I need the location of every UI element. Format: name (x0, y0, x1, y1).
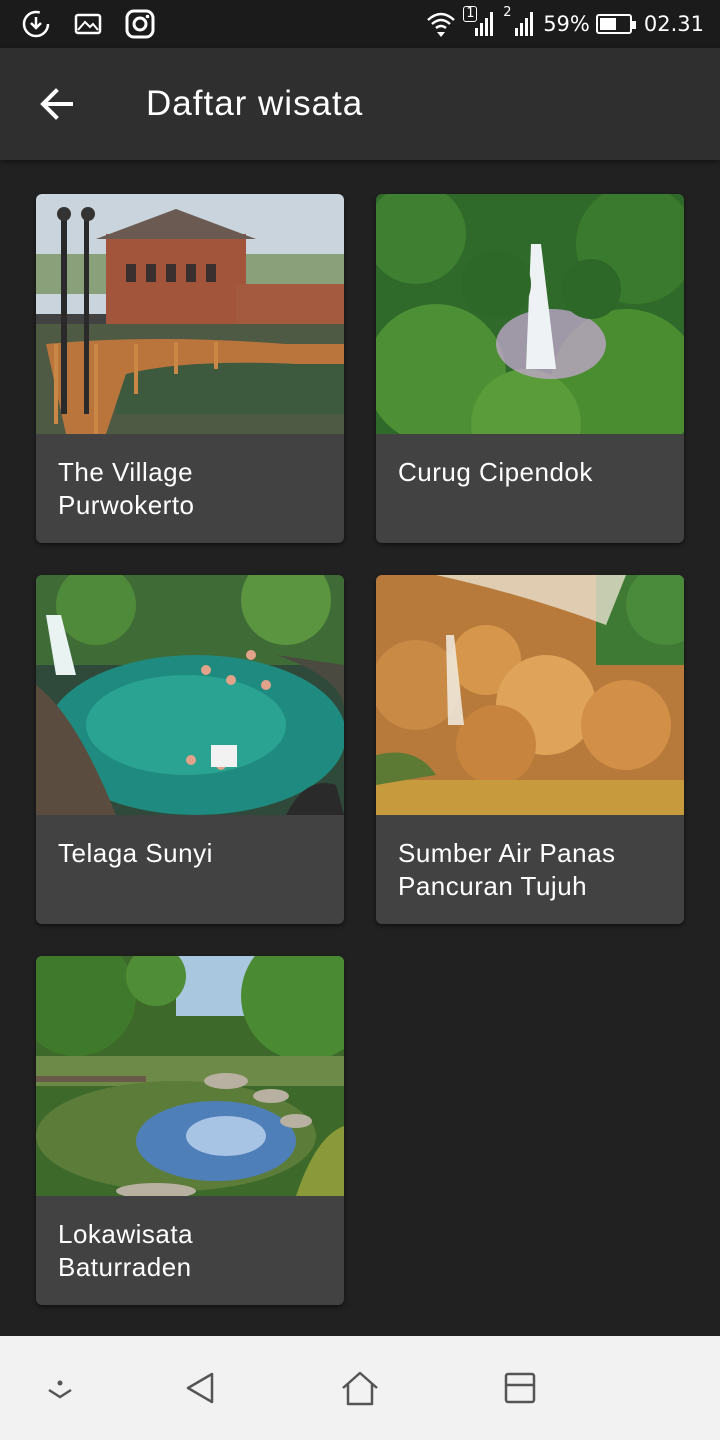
place-card[interactable]: Lokawisata Baturraden (36, 956, 344, 1305)
place-card[interactable]: Curug Cipendok (376, 194, 684, 543)
place-card[interactable]: Telaga Sunyi (36, 575, 344, 924)
signal-sim2-icon: 2 (503, 5, 537, 40)
clock: 02.31 (643, 12, 704, 36)
lake-swimmers-photo (36, 575, 344, 815)
navigation-bar (0, 1336, 720, 1440)
place-card[interactable]: The Village Purwokerto (36, 194, 344, 543)
places-grid: The Village Purwokerto Curug Cipendok Te… (36, 194, 684, 1305)
village-photo (36, 194, 344, 434)
signal-sim1-icon: 1 (463, 6, 497, 40)
nav-recents-button[interactable] (498, 1366, 542, 1410)
battery-percent: 59% (543, 12, 590, 36)
expand-down-icon (48, 1380, 72, 1399)
battery-fill (599, 18, 617, 30)
wifi-icon (425, 8, 457, 40)
expand-down-button[interactable] (38, 1366, 82, 1410)
back-triangle-icon (186, 1372, 214, 1404)
home-icon (342, 1371, 378, 1406)
battery-icon (595, 14, 636, 34)
back-button[interactable] (0, 48, 112, 160)
river-forest-photo (36, 956, 344, 1196)
waterfall-photo (376, 194, 684, 434)
sim2-label: 2 (503, 5, 512, 20)
status-right-icons: 1 2 59% 02.31 (425, 5, 704, 40)
recents-icon (504, 1372, 536, 1404)
place-name: Lokawisata Baturraden (58, 1219, 194, 1282)
gallery-icon (72, 8, 104, 40)
status-left-icons (20, 8, 156, 40)
place-name: Curug Cipendok (398, 457, 593, 487)
sim1-label: 1 (463, 6, 478, 22)
hot-spring-photo (376, 575, 684, 815)
status-bar: 1 2 59% 02.31 (0, 0, 720, 48)
download-icon (20, 8, 52, 40)
nav-back-button[interactable] (178, 1366, 222, 1410)
place-card[interactable]: Sumber Air Panas Pancuran Tujuh (376, 575, 684, 924)
nav-home-button[interactable] (338, 1366, 382, 1410)
place-name: Telaga Sunyi (58, 838, 213, 868)
place-name: The Village Purwokerto (58, 457, 195, 520)
page-title: Daftar wisata (146, 84, 364, 123)
place-name: Sumber Air Panas Pancuran Tujuh (398, 838, 616, 901)
arrow-back-icon (40, 88, 73, 120)
instagram-icon (124, 8, 156, 40)
app-bar: Daftar wisata (0, 48, 720, 160)
